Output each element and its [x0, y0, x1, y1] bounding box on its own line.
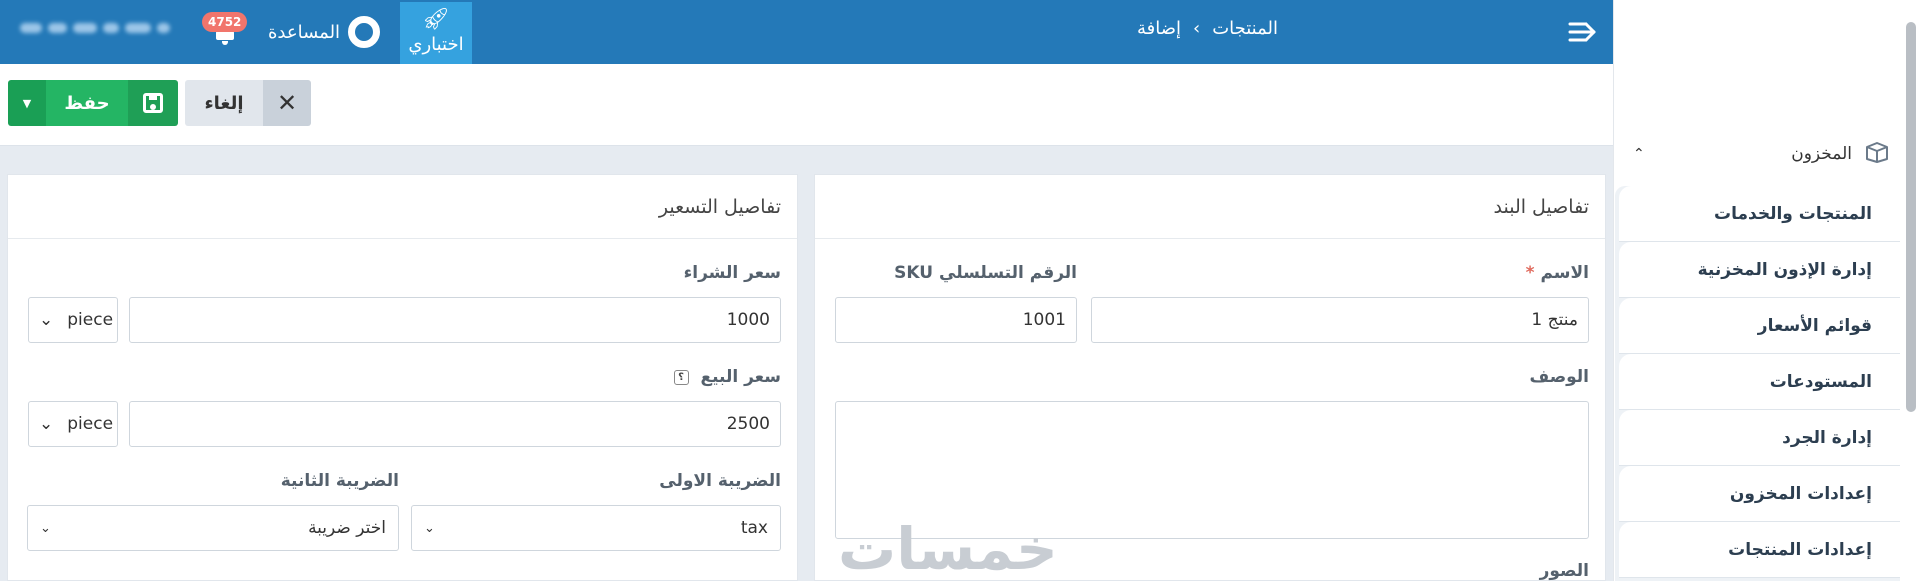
sku-input[interactable]: 1001: [835, 297, 1077, 343]
tax1-value: tax: [740, 518, 768, 538]
floppy-disk-icon[interactable]: [128, 80, 178, 126]
chevron-down-icon: ⌄: [424, 520, 435, 536]
help-label: المساعدة: [268, 21, 341, 43]
sidebar-item-products-services[interactable]: المنتجات والخدمات: [1619, 186, 1900, 242]
sidebar-item-warehouses[interactable]: المستودعات: [1619, 354, 1900, 410]
name-input[interactable]: منتج 1: [1091, 297, 1589, 343]
selling-price-label: سعر البيع ؟: [673, 367, 781, 387]
cancel-label: إلغاء: [185, 80, 263, 126]
tax1-select[interactable]: tax ⌄: [411, 505, 781, 551]
selling-price-input[interactable]: 2500: [129, 401, 781, 447]
help-icon[interactable]: ؟: [673, 369, 689, 385]
images-label: الصور: [1539, 561, 1589, 581]
sidebar-item-inventory-settings[interactable]: إعدادات المخزون: [1619, 466, 1900, 522]
cancel-button[interactable]: إلغاء ✕: [185, 80, 311, 126]
purchase-price-input[interactable]: 1000: [129, 297, 781, 343]
close-icon: ✕: [263, 80, 311, 126]
sidebar: المخزون ⌃ المنتجات والخدمات إدارة الإذون…: [1613, 0, 1920, 581]
purchase-unit-select[interactable]: ⌄ piece: [28, 297, 118, 343]
tax2-label: الضريبة الثانية: [280, 471, 399, 491]
sku-label: الرقم التسلسلي SKU: [894, 263, 1077, 283]
box-icon: [1864, 141, 1890, 168]
trial-button[interactable]: 🚀︎ اختباري: [400, 2, 472, 64]
tax1-label: الضريبة الاولى: [659, 471, 781, 491]
chevron-down-icon: ⌄: [40, 520, 51, 536]
breadcrumb-products[interactable]: المنتجات: [1212, 18, 1278, 39]
selling-unit-value: piece: [67, 414, 114, 434]
breadcrumb-separator: ›: [1192, 18, 1201, 39]
pricing-details-title: تفاصيل التسعير: [8, 175, 797, 239]
purchase-unit-value: piece: [67, 310, 114, 330]
sidebar-item-price-lists[interactable]: قوائم الأسعار: [1619, 298, 1900, 354]
required-mark: *: [1525, 263, 1535, 283]
save-options-dropdown[interactable]: ▼: [8, 80, 46, 126]
name-label: الاسم *: [1525, 263, 1589, 283]
item-details-title: تفاصيل البند: [815, 175, 1605, 239]
sidebar-scrollbar[interactable]: [1906, 22, 1916, 412]
save-button[interactable]: حفظ: [46, 80, 128, 126]
lifebuoy-icon: [348, 16, 381, 48]
description-label: الوصف: [1529, 367, 1589, 387]
purchase-price-label: سعر الشراء: [683, 263, 781, 283]
app-root: 4752 المساعدة 🚀︎ اختباري المنتجات › إضاف…: [0, 0, 1920, 581]
rocket-icon: 🚀︎: [422, 7, 450, 32]
user-menu-blurred[interactable]: [20, 16, 170, 40]
notifications-badge: 4752: [202, 12, 248, 32]
watermark: خمسات: [838, 515, 1058, 581]
sidebar-item-stock-permits[interactable]: إدارة الإذون المخزنية: [1619, 242, 1900, 298]
chevron-up-icon: ⌃: [1633, 146, 1645, 162]
chevron-down-icon: ⌄: [39, 310, 54, 330]
action-toolbar: ▼ حفظ إلغاء ✕: [0, 64, 1613, 146]
top-bar: 4752 المساعدة 🚀︎ اختباري المنتجات › إضاف…: [0, 0, 1613, 64]
sidebar-submenu: المنتجات والخدمات إدارة الإذون المخزنية …: [1615, 186, 1900, 581]
save-button-group: ▼ حفظ: [8, 80, 178, 126]
chevron-down-icon: ⌄: [39, 414, 54, 434]
breadcrumb-add: إضافة: [1136, 18, 1181, 39]
selling-unit-select[interactable]: ⌄ piece: [28, 401, 118, 447]
trial-label: اختباري: [408, 34, 464, 55]
breadcrumb: المنتجات › إضافة: [1137, 18, 1278, 39]
tax2-placeholder: اختر ضريبة: [308, 518, 386, 538]
sidebar-item-product-settings[interactable]: إعدادات المنتجات: [1619, 522, 1900, 578]
sidebar-item-stocktaking[interactable]: إدارة الجرد: [1619, 410, 1900, 466]
pricing-details-panel: تفاصيل التسعير سعر الشراء 1000 ⌄ piece س…: [7, 174, 798, 581]
sidebar-section-label: المخزون: [1791, 144, 1852, 164]
sidebar-section-inventory[interactable]: المخزون ⌃: [1615, 134, 1908, 174]
menu-toggle-icon[interactable]: [1568, 18, 1598, 46]
tax2-select[interactable]: اختر ضريبة ⌄: [27, 505, 399, 551]
help-link[interactable]: المساعدة: [268, 14, 381, 50]
